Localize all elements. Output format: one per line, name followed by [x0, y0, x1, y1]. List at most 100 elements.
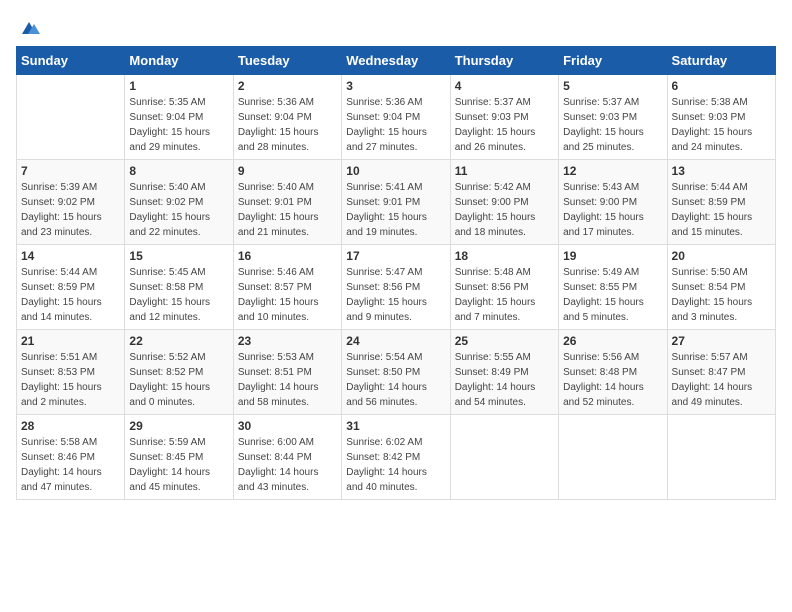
calendar-cell: 2 Sunrise: 5:36 AMSunset: 9:04 PMDaylight… [233, 75, 341, 160]
day-info: Sunrise: 5:38 AMSunset: 9:03 PMDaylight:… [672, 95, 771, 155]
day-number: 25 [455, 334, 554, 348]
calendar-cell: 11Sunrise: 5:42 AMSunset: 9:00 PMDayligh… [450, 160, 558, 245]
calendar-week-2: 7Sunrise: 5:39 AMSunset: 9:02 PMDaylight… [17, 160, 776, 245]
day-number: 8 [129, 164, 228, 178]
day-info: Sunrise: 5:44 AMSunset: 8:59 PMDaylight:… [21, 265, 120, 325]
day-number: 26 [563, 334, 662, 348]
day-number: 16 [238, 249, 337, 263]
calendar-cell: 3 Sunrise: 5:36 AMSunset: 9:04 PMDaylight… [342, 75, 450, 160]
day-number: 22 [129, 334, 228, 348]
day-number: 23 [238, 334, 337, 348]
day-info: Sunrise: 5:58 AMSunset: 8:46 PMDaylight:… [21, 435, 120, 495]
calendar-cell: 22 Sunrise: 5:52 AMSunset: 8:52 PMDayligh… [125, 330, 233, 415]
day-number: 21 [21, 334, 120, 348]
calendar-cell: 6 Sunrise: 5:38 AMSunset: 9:03 PMDaylight… [667, 75, 775, 160]
day-number: 5 [563, 79, 662, 93]
logo [16, 16, 40, 38]
day-number: 2 [238, 79, 337, 93]
day-info: Sunrise: 5:36 AMSunset: 9:04 PMDaylight:… [238, 95, 337, 155]
day-info: Sunrise: 5:37 AMSunset: 9:03 PMDaylight:… [563, 95, 662, 155]
calendar-week-3: 14 Sunrise: 5:44 AMSunset: 8:59 PMDayligh… [17, 245, 776, 330]
day-info: Sunrise: 5:41 AMSunset: 9:01 PMDaylight:… [346, 180, 445, 240]
day-number: 29 [129, 419, 228, 433]
day-info: Sunrise: 6:02 AMSunset: 8:42 PMDaylight:… [346, 435, 445, 495]
calendar-cell: 21Sunrise: 5:51 AMSunset: 8:53 PMDayligh… [17, 330, 125, 415]
calendar-cell: 18 Sunrise: 5:48 AMSunset: 8:56 PMDayligh… [450, 245, 558, 330]
calendar-cell: 7Sunrise: 5:39 AMSunset: 9:02 PMDaylight… [17, 160, 125, 245]
calendar-cell: 16 Sunrise: 5:46 AMSunset: 8:57 PMDayligh… [233, 245, 341, 330]
calendar-cell: 23 Sunrise: 5:53 AMSunset: 8:51 PMDayligh… [233, 330, 341, 415]
header-day-monday: Monday [125, 47, 233, 75]
calendar-cell: 20 Sunrise: 5:50 AMSunset: 8:54 PMDayligh… [667, 245, 775, 330]
day-info: Sunrise: 5:40 AMSunset: 9:01 PMDaylight:… [238, 180, 337, 240]
day-info: Sunrise: 5:56 AMSunset: 8:48 PMDaylight:… [563, 350, 662, 410]
day-number: 10 [346, 164, 445, 178]
calendar-body: 1 Sunrise: 5:35 AMSunset: 9:04 PMDaylight… [17, 75, 776, 500]
day-info: Sunrise: 5:53 AMSunset: 8:51 PMDaylight:… [238, 350, 337, 410]
day-info: Sunrise: 5:40 AMSunset: 9:02 PMDaylight:… [129, 180, 228, 240]
day-number: 19 [563, 249, 662, 263]
day-number: 17 [346, 249, 445, 263]
day-info: Sunrise: 5:55 AMSunset: 8:49 PMDaylight:… [455, 350, 554, 410]
calendar-cell [17, 75, 125, 160]
day-number: 9 [238, 164, 337, 178]
day-info: Sunrise: 5:47 AMSunset: 8:56 PMDaylight:… [346, 265, 445, 325]
day-info: Sunrise: 5:36 AMSunset: 9:04 PMDaylight:… [346, 95, 445, 155]
day-number: 11 [455, 164, 554, 178]
calendar-cell: 8 Sunrise: 5:40 AMSunset: 9:02 PMDaylight… [125, 160, 233, 245]
calendar-cell [667, 415, 775, 500]
day-info: Sunrise: 5:52 AMSunset: 8:52 PMDaylight:… [129, 350, 228, 410]
day-number: 14 [21, 249, 120, 263]
calendar-header: SundayMondayTuesdayWednesdayThursdayFrid… [17, 47, 776, 75]
day-number: 28 [21, 419, 120, 433]
header-row: SundayMondayTuesdayWednesdayThursdayFrid… [17, 47, 776, 75]
day-info: Sunrise: 6:00 AMSunset: 8:44 PMDaylight:… [238, 435, 337, 495]
day-info: Sunrise: 5:48 AMSunset: 8:56 PMDaylight:… [455, 265, 554, 325]
day-number: 7 [21, 164, 120, 178]
day-number: 15 [129, 249, 228, 263]
calendar-cell: 13 Sunrise: 5:44 AMSunset: 8:59 PMDayligh… [667, 160, 775, 245]
calendar-cell: 30Sunrise: 6:00 AMSunset: 8:44 PMDayligh… [233, 415, 341, 500]
day-number: 4 [455, 79, 554, 93]
day-number: 24 [346, 334, 445, 348]
day-number: 31 [346, 419, 445, 433]
calendar-cell: 31 Sunrise: 6:02 AMSunset: 8:42 PMDayligh… [342, 415, 450, 500]
calendar-cell: 12 Sunrise: 5:43 AMSunset: 9:00 PMDayligh… [559, 160, 667, 245]
calendar-table: SundayMondayTuesdayWednesdayThursdayFrid… [16, 46, 776, 500]
day-info: Sunrise: 5:46 AMSunset: 8:57 PMDaylight:… [238, 265, 337, 325]
calendar-cell: 9 Sunrise: 5:40 AMSunset: 9:01 PMDaylight… [233, 160, 341, 245]
header-day-wednesday: Wednesday [342, 47, 450, 75]
calendar-cell: 5 Sunrise: 5:37 AMSunset: 9:03 PMDaylight… [559, 75, 667, 160]
day-info: Sunrise: 5:57 AMSunset: 8:47 PMDaylight:… [672, 350, 771, 410]
calendar-cell: 25 Sunrise: 5:55 AMSunset: 8:49 PMDayligh… [450, 330, 558, 415]
day-number: 13 [672, 164, 771, 178]
day-info: Sunrise: 5:35 AMSunset: 9:04 PMDaylight:… [129, 95, 228, 155]
day-number: 3 [346, 79, 445, 93]
day-info: Sunrise: 5:54 AMSunset: 8:50 PMDaylight:… [346, 350, 445, 410]
header-day-friday: Friday [559, 47, 667, 75]
calendar-cell: 1 Sunrise: 5:35 AMSunset: 9:04 PMDaylight… [125, 75, 233, 160]
calendar-cell: 28 Sunrise: 5:58 AMSunset: 8:46 PMDayligh… [17, 415, 125, 500]
calendar-cell: 15 Sunrise: 5:45 AMSunset: 8:58 PMDayligh… [125, 245, 233, 330]
calendar-week-5: 28 Sunrise: 5:58 AMSunset: 8:46 PMDayligh… [17, 415, 776, 500]
day-number: 18 [455, 249, 554, 263]
day-info: Sunrise: 5:37 AMSunset: 9:03 PMDaylight:… [455, 95, 554, 155]
calendar-cell: 24 Sunrise: 5:54 AMSunset: 8:50 PMDayligh… [342, 330, 450, 415]
day-number: 6 [672, 79, 771, 93]
day-info: Sunrise: 5:50 AMSunset: 8:54 PMDaylight:… [672, 265, 771, 325]
page-header [16, 16, 776, 38]
header-day-tuesday: Tuesday [233, 47, 341, 75]
day-info: Sunrise: 5:45 AMSunset: 8:58 PMDaylight:… [129, 265, 228, 325]
header-day-thursday: Thursday [450, 47, 558, 75]
day-info: Sunrise: 5:43 AMSunset: 9:00 PMDaylight:… [563, 180, 662, 240]
calendar-cell: 14 Sunrise: 5:44 AMSunset: 8:59 PMDayligh… [17, 245, 125, 330]
day-number: 27 [672, 334, 771, 348]
calendar-cell [450, 415, 558, 500]
day-number: 12 [563, 164, 662, 178]
header-day-saturday: Saturday [667, 47, 775, 75]
day-number: 20 [672, 249, 771, 263]
calendar-cell: 10 Sunrise: 5:41 AMSunset: 9:01 PMDayligh… [342, 160, 450, 245]
calendar-cell: 19Sunrise: 5:49 AMSunset: 8:55 PMDayligh… [559, 245, 667, 330]
day-info: Sunrise: 5:44 AMSunset: 8:59 PMDaylight:… [672, 180, 771, 240]
day-number: 1 [129, 79, 228, 93]
